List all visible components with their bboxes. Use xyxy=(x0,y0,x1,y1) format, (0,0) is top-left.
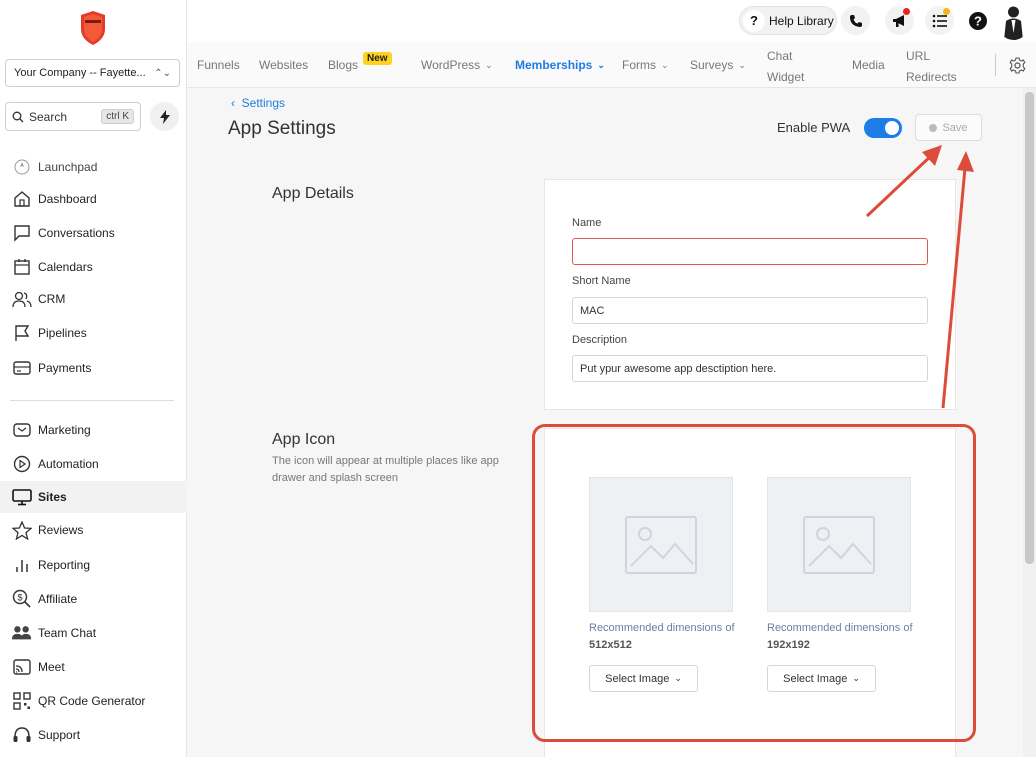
annotation-arrow-2 xyxy=(941,151,974,409)
annotation-arrow-1 xyxy=(865,145,942,218)
annotation-arrows xyxy=(865,145,974,409)
